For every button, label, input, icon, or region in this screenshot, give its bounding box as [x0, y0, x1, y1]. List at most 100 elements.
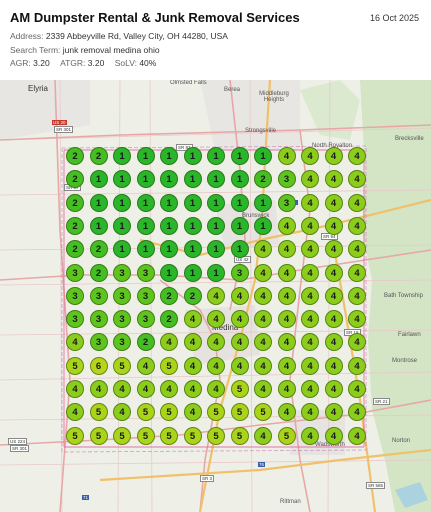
- rank-pin[interactable]: 4: [160, 380, 178, 398]
- rank-pin[interactable]: 1: [230, 216, 249, 235]
- rank-pin[interactable]: 5: [230, 403, 249, 422]
- rank-pin[interactable]: 1: [136, 240, 155, 259]
- rank-pin[interactable]: 4: [136, 380, 155, 398]
- rank-pin[interactable]: 4: [301, 356, 319, 375]
- rank-pin[interactable]: 4: [301, 310, 319, 329]
- rank-pin[interactable]: 4: [324, 356, 343, 375]
- rank-pin[interactable]: 5: [277, 426, 296, 445]
- rank-pin[interactable]: 2: [66, 216, 84, 235]
- rank-pin[interactable]: 4: [277, 286, 296, 305]
- rank-pin[interactable]: 5: [230, 426, 249, 445]
- rank-pin[interactable]: 4: [301, 286, 319, 305]
- rank-pin[interactable]: 4: [301, 380, 319, 398]
- rank-pin[interactable]: 1: [230, 170, 249, 189]
- rank-pin[interactable]: 4: [66, 380, 84, 398]
- rank-pin[interactable]: 4: [254, 263, 272, 282]
- rank-pin[interactable]: 3: [277, 170, 296, 189]
- rank-pin[interactable]: 4: [207, 356, 225, 375]
- rank-pin[interactable]: 4: [277, 147, 296, 165]
- rank-pin[interactable]: 4: [277, 240, 296, 259]
- rank-pin[interactable]: 4: [348, 286, 366, 305]
- rank-pin[interactable]: 5: [136, 426, 155, 445]
- rank-pin[interactable]: 1: [207, 193, 225, 212]
- rank-pin[interactable]: 1: [207, 147, 225, 165]
- rank-pin[interactable]: 5: [160, 426, 178, 445]
- rank-pin[interactable]: 1: [160, 193, 178, 212]
- rank-pin[interactable]: 1: [183, 193, 202, 212]
- rank-pin[interactable]: 4: [324, 286, 343, 305]
- rank-grid-map[interactable]: Elyria Olmsted Falls Berea Middleburg He…: [0, 80, 431, 512]
- rank-pin[interactable]: 4: [324, 263, 343, 282]
- rank-pin[interactable]: 3: [89, 333, 108, 352]
- rank-pin[interactable]: 4: [230, 310, 249, 329]
- rank-pin[interactable]: 1: [136, 170, 155, 189]
- rank-pin[interactable]: 2: [183, 286, 202, 305]
- rank-pin[interactable]: 4: [301, 426, 319, 445]
- rank-pin[interactable]: 5: [113, 426, 131, 445]
- rank-pin[interactable]: 1: [136, 216, 155, 235]
- rank-pin[interactable]: 1: [89, 193, 108, 212]
- rank-pin[interactable]: 4: [230, 356, 249, 375]
- rank-pin[interactable]: 2: [89, 240, 108, 259]
- rank-pin[interactable]: 5: [160, 356, 178, 375]
- rank-pin[interactable]: 3: [113, 310, 131, 329]
- rank-pin[interactable]: 4: [254, 426, 272, 445]
- rank-pin[interactable]: 4: [301, 263, 319, 282]
- rank-pin[interactable]: 4: [324, 310, 343, 329]
- rank-pin[interactable]: 1: [136, 193, 155, 212]
- rank-pin[interactable]: 4: [277, 310, 296, 329]
- rank-pin[interactable]: 4: [348, 216, 366, 235]
- rank-pin[interactable]: 1: [89, 216, 108, 235]
- rank-pin[interactable]: 4: [324, 380, 343, 398]
- rank-pin[interactable]: 3: [66, 263, 84, 282]
- rank-pin[interactable]: 4: [207, 286, 225, 305]
- rank-pin[interactable]: 1: [230, 240, 249, 259]
- rank-pin[interactable]: 1: [89, 170, 108, 189]
- rank-pin[interactable]: 4: [277, 216, 296, 235]
- rank-pin[interactable]: 1: [230, 147, 249, 165]
- rank-pin[interactable]: 3: [66, 286, 84, 305]
- rank-pin[interactable]: 4: [324, 426, 343, 445]
- rank-pin[interactable]: 4: [324, 240, 343, 259]
- rank-pin[interactable]: 4: [254, 310, 272, 329]
- rank-pin[interactable]: 4: [183, 310, 202, 329]
- rank-pin[interactable]: 6: [89, 356, 108, 375]
- rank-pin[interactable]: 4: [301, 216, 319, 235]
- rank-pin[interactable]: 4: [277, 380, 296, 398]
- rank-pin[interactable]: 1: [160, 263, 178, 282]
- rank-pin[interactable]: 4: [207, 310, 225, 329]
- rank-pin[interactable]: 4: [136, 356, 155, 375]
- rank-pin[interactable]: 4: [348, 310, 366, 329]
- rank-pin[interactable]: 4: [348, 147, 366, 165]
- rank-pin[interactable]: 4: [277, 263, 296, 282]
- rank-pin[interactable]: 4: [230, 333, 249, 352]
- rank-pin[interactable]: 3: [66, 310, 84, 329]
- rank-pin[interactable]: 4: [324, 170, 343, 189]
- rank-pin[interactable]: 1: [160, 147, 178, 165]
- rank-pin[interactable]: 4: [113, 380, 131, 398]
- rank-pin[interactable]: 4: [207, 380, 225, 398]
- rank-pin[interactable]: 5: [230, 380, 249, 398]
- rank-pin[interactable]: 4: [277, 356, 296, 375]
- rank-pin[interactable]: 4: [254, 380, 272, 398]
- rank-pin[interactable]: 5: [207, 426, 225, 445]
- rank-pin[interactable]: 1: [160, 216, 178, 235]
- rank-pin[interactable]: 1: [207, 263, 225, 282]
- rank-pin[interactable]: 2: [66, 147, 84, 165]
- rank-pin[interactable]: 4: [277, 403, 296, 422]
- rank-pin[interactable]: 4: [348, 193, 366, 212]
- rank-pin[interactable]: 4: [183, 356, 202, 375]
- rank-pin[interactable]: 1: [254, 147, 272, 165]
- rank-pin[interactable]: 5: [66, 356, 84, 375]
- rank-pin[interactable]: 3: [136, 310, 155, 329]
- rank-pin[interactable]: 4: [324, 147, 343, 165]
- rank-pin[interactable]: 4: [324, 216, 343, 235]
- rank-pin[interactable]: 3: [89, 286, 108, 305]
- rank-pin[interactable]: 1: [113, 147, 131, 165]
- rank-pin[interactable]: 3: [230, 263, 249, 282]
- rank-pin[interactable]: 1: [183, 170, 202, 189]
- rank-pin[interactable]: 4: [324, 193, 343, 212]
- rank-pin[interactable]: 4: [183, 380, 202, 398]
- rank-pin[interactable]: 4: [324, 333, 343, 352]
- rank-pin[interactable]: 1: [254, 216, 272, 235]
